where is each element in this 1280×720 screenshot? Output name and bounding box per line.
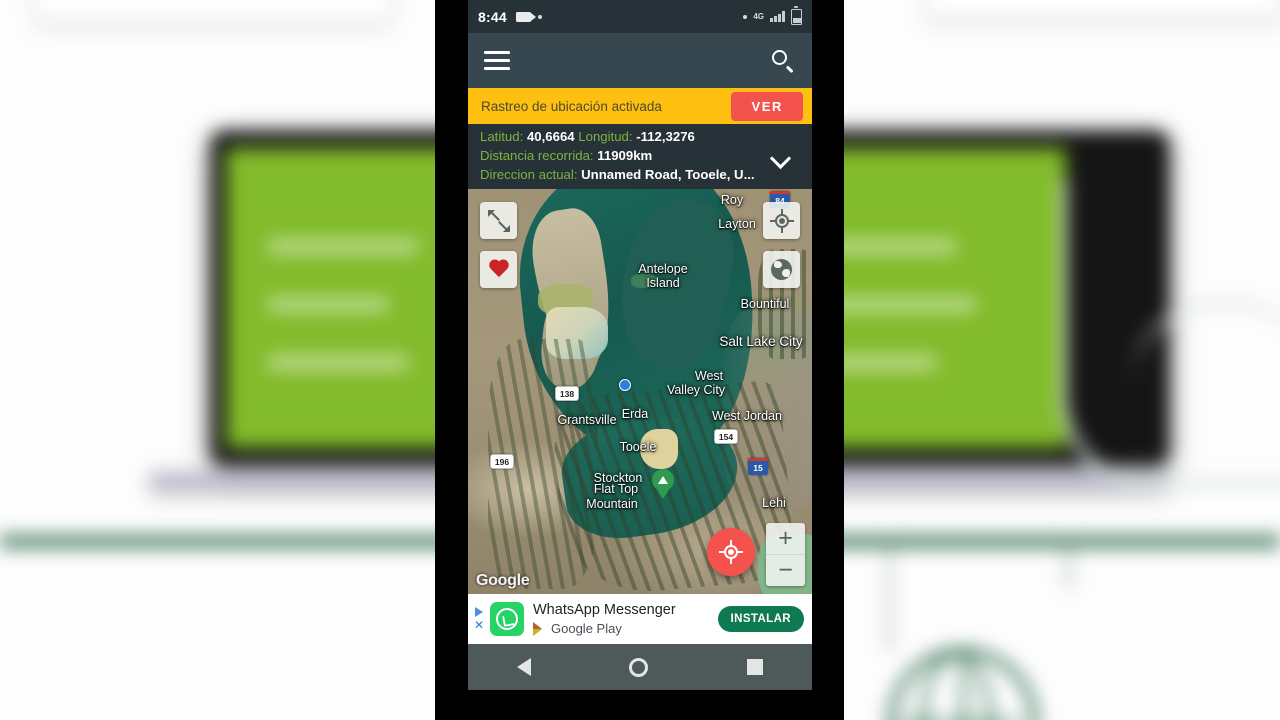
ad-title: WhatsApp Messenger <box>533 601 676 618</box>
status-dot-icon <box>743 14 748 19</box>
hamburger-menu-icon[interactable] <box>484 51 510 70</box>
favorite-button[interactable] <box>480 251 517 288</box>
address-row: Direccion actual: Unnamed Road, Tooele, … <box>480 165 766 184</box>
ad-marks: ✕ <box>472 607 486 631</box>
route-shield: 154 <box>714 429 738 444</box>
longitude-value: -112,3276 <box>636 128 695 144</box>
green-field-small <box>631 274 657 288</box>
background-globe-ellipse <box>921 652 993 720</box>
map-type-button[interactable] <box>763 251 800 288</box>
letterbox-left <box>435 0 468 720</box>
background-laptop-right-screen <box>806 148 1066 448</box>
location-info-lines: Latitud: 40,6664 Longitud: -112,3276 Dis… <box>480 127 766 184</box>
globe-icon <box>771 259 792 280</box>
status-bar: 8:44 4G <box>468 0 812 33</box>
heart-icon <box>488 260 510 280</box>
letterbox-right <box>812 0 844 720</box>
status-bar-clock: 8:44 <box>478 8 507 25</box>
background-poster-right <box>925 0 1280 18</box>
latitude-value: 40,6664 <box>526 128 575 144</box>
banner-message: Rastreo de ubicación activada <box>481 98 662 114</box>
desert-patch <box>640 429 678 469</box>
battery-icon <box>791 6 802 25</box>
whatsapp-phone-glyph <box>496 608 518 630</box>
android-navigation-bar <box>468 644 812 690</box>
signal-icon <box>770 11 785 22</box>
dot-icon <box>537 14 542 19</box>
latitude-label: Latitud: <box>480 128 524 144</box>
route-shield: 15 <box>748 458 768 475</box>
view-button[interactable]: VER <box>731 91 803 121</box>
green-mountain-pin[interactable] <box>652 469 674 499</box>
chevron-down-icon[interactable] <box>766 141 796 171</box>
map-view[interactable]: Roy Layton Antelope Island Bountiful Salt Lak… <box>468 189 812 594</box>
blue-position-dot <box>619 379 631 391</box>
address-value: Unnamed Road, Tooele, U... <box>581 167 755 183</box>
status-bar-left-icons <box>515 11 542 22</box>
crosshair-icon <box>719 540 743 564</box>
ad-store-name: Google Play <box>551 621 622 637</box>
recents-square-icon[interactable] <box>746 659 763 675</box>
phone-screen-recording: 8:44 4G Rastreo de ubicación activada VE… <box>468 0 812 720</box>
my-location-button[interactable] <box>763 202 800 239</box>
network-type-label: 4G <box>753 11 764 21</box>
crosshair-icon <box>769 208 794 233</box>
distance-label: Distancia recorrida: <box>480 147 594 163</box>
zoom-in-button[interactable]: + <box>766 523 805 554</box>
background-pole <box>887 547 892 652</box>
home-circle-icon[interactable] <box>629 657 649 677</box>
google-play-icon <box>533 621 546 636</box>
video-recording-icon <box>515 11 536 22</box>
search-icon[interactable] <box>770 48 796 74</box>
background-poster-left <box>35 0 391 21</box>
location-info-panel: Latitud: 40,6664 Longitud: -112,3276 Dis… <box>468 124 812 189</box>
install-button[interactable]: INSTALAR <box>717 606 804 632</box>
zoom-controls[interactable]: + − <box>766 523 805 586</box>
background-globe-logo <box>888 648 1038 720</box>
app-bar <box>468 33 812 88</box>
ad-content: WhatsApp Messenger Google Play <box>533 602 718 636</box>
route-shield: 138 <box>555 386 579 401</box>
zoom-out-button[interactable]: − <box>766 555 805 586</box>
status-bar-right-icons: 4G <box>743 6 802 25</box>
recenter-fab-button[interactable] <box>707 528 755 576</box>
pin-tip <box>656 488 670 499</box>
route-shield: 196 <box>490 454 514 469</box>
adchoices-icon[interactable] <box>475 607 483 617</box>
expand-arrows-icon <box>487 209 510 232</box>
ad-store-row: Google Play <box>533 621 718 636</box>
distance-row: Distancia recorrida: 11909km <box>480 146 766 165</box>
expand-map-button[interactable] <box>480 202 517 239</box>
close-icon[interactable]: ✕ <box>474 619 484 631</box>
background-stem <box>1065 547 1072 589</box>
back-triangle-icon[interactable] <box>517 658 532 676</box>
coordinates-row: Latitud: 40,6664 Longitud: -112,3276 <box>480 127 766 146</box>
whatsapp-icon <box>490 602 524 636</box>
satellite-imagery <box>468 189 812 594</box>
distance-value: 11909km <box>597 147 653 163</box>
address-label: Direccion actual: <box>480 167 578 183</box>
ad-banner[interactable]: ✕ WhatsApp Messenger Google Play INSTALA… <box>468 594 812 644</box>
google-attribution: Google <box>476 572 530 589</box>
location-tracking-banner: Rastreo de ubicación activada VER <box>468 88 812 124</box>
longitude-label: Longitud: <box>578 128 633 144</box>
